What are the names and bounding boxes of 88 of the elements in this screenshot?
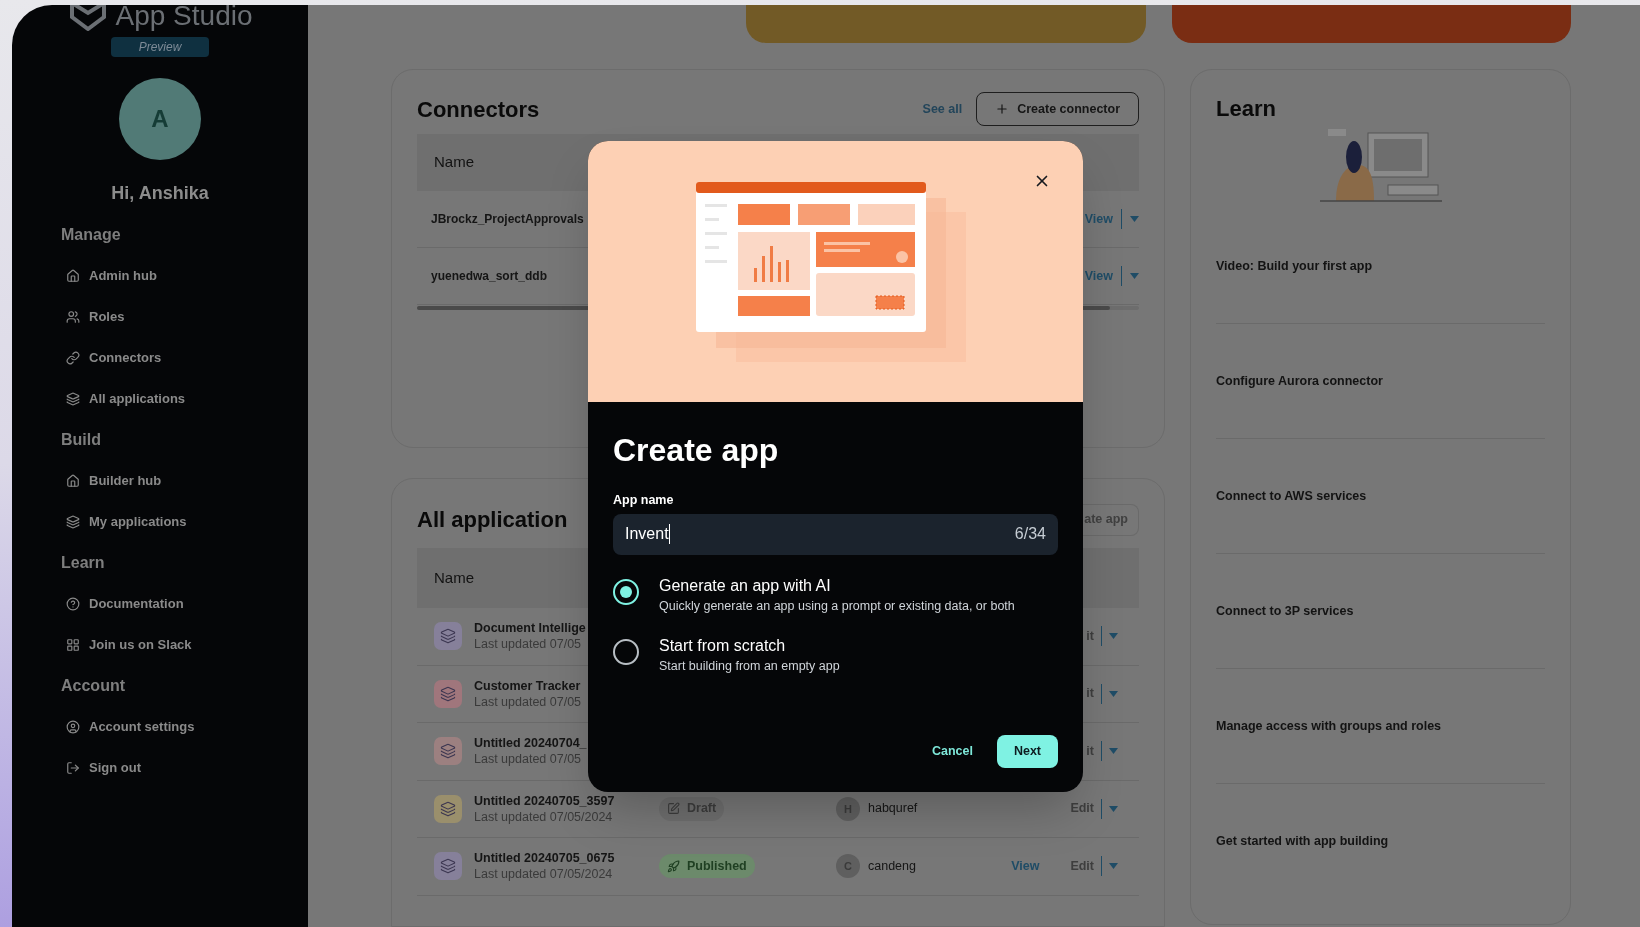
view-link[interactable]: View (1011, 856, 1040, 876)
nav-item[interactable]: Admin hub (61, 255, 308, 296)
last-updated: Last updated 07/05 (474, 636, 583, 653)
logout-icon (66, 760, 80, 775)
learn-link[interactable]: Video: Build your first app (1216, 256, 1373, 276)
option-title: Start from scratch (659, 635, 787, 656)
layers-icon (440, 800, 456, 817)
edit-link[interactable]: Edit (1070, 799, 1094, 819)
edit-link[interactable]: Edit (1070, 856, 1094, 876)
field-label: App name (613, 492, 675, 509)
nav-item[interactable]: My applications (61, 501, 308, 542)
card-title: Learn (1216, 95, 1277, 123)
last-updated: Last updated 07/05/2024 (474, 866, 614, 883)
nav-item[interactable]: Sign out (61, 747, 308, 788)
option-title: Generate an app with AI (659, 575, 832, 596)
last-updated: Last updated 07/05 (474, 751, 583, 768)
nav-item[interactable]: Join us on Slack (61, 624, 308, 665)
radio-button[interactable] (613, 638, 639, 665)
caret-icon[interactable] (1109, 748, 1118, 755)
nav-item[interactable]: Roles (61, 296, 308, 337)
last-updated: Last updated 07/05/2024 (474, 808, 614, 825)
layers-icon (440, 685, 456, 702)
nav-item[interactable]: Builder hub (61, 460, 308, 501)
user-icon (66, 719, 80, 734)
nav-item[interactable]: Account settings (61, 706, 308, 747)
app-name[interactable]: Untitled 20240705_3597 (474, 792, 615, 809)
option-description: Start building from an empty app (659, 657, 840, 675)
status-badge: Published (659, 854, 755, 879)
cancel-button[interactable]: Cancel (929, 742, 975, 761)
learn-link[interactable]: Manage access with groups and roles (1216, 716, 1442, 736)
learn-link[interactable]: Configure Aurora connector (1216, 371, 1383, 391)
learn-link[interactable]: Get started with app building (1216, 832, 1389, 851)
greeting: Hi, Anshika (111, 182, 209, 205)
caret-icon[interactable] (1130, 216, 1139, 222)
layers-icon (66, 514, 80, 529)
section-heading: Build (61, 429, 102, 450)
app-name-field[interactable]: Invent 6/34 (613, 513, 1058, 555)
logo-icon (67, 5, 108, 31)
plus-icon (995, 102, 1010, 116)
nav-item[interactable]: All applications (61, 378, 308, 419)
nav-item[interactable]: Connectors (61, 337, 308, 378)
section-heading: Account (61, 675, 126, 696)
field-value: Invent (625, 524, 669, 545)
users-icon (66, 309, 80, 324)
caret-icon[interactable] (1109, 805, 1118, 812)
preview-badge: Preview (110, 37, 210, 57)
see-all-link[interactable]: See all (922, 99, 963, 119)
nav-item[interactable]: Documentation (61, 583, 308, 624)
layers-icon (66, 391, 80, 406)
column-header: Name (434, 567, 474, 588)
next-button[interactable]: Next (996, 735, 1058, 768)
app-name[interactable]: Untitled 20240704_ (474, 735, 587, 752)
card-title: All application (417, 506, 568, 534)
owner-name: habquref (868, 800, 918, 818)
learn-link[interactable]: Connect to AWS services (1216, 486, 1367, 506)
app-name[interactable]: Customer Tracker (474, 677, 582, 694)
section-heading: Learn (61, 552, 106, 573)
owner-name: candeng (868, 857, 916, 875)
caret-icon[interactable] (1109, 690, 1118, 697)
dialog-title: Create app (613, 431, 780, 470)
app-logo-text: App Studio (115, 5, 253, 30)
app-name[interactable]: Document Intellige (474, 620, 586, 637)
house-icon (66, 473, 80, 488)
radio-button[interactable] (613, 578, 639, 605)
connector-name: JBrockz_ProjectApprovals (431, 211, 584, 228)
grid-icon (66, 637, 80, 652)
layers-icon (440, 628, 456, 645)
user-avatar: A (119, 78, 201, 160)
layers-icon (440, 858, 456, 875)
last-updated: Last updated 07/05 (474, 693, 582, 710)
caret-icon[interactable] (1109, 633, 1118, 640)
house-icon (66, 268, 80, 283)
caret-icon[interactable] (1130, 273, 1139, 279)
learn-link[interactable]: Connect to 3P services (1216, 601, 1354, 621)
link-icon (66, 350, 80, 365)
question-icon (66, 596, 80, 611)
layers-icon (440, 743, 456, 760)
create-connector-button[interactable]: Create connector (976, 92, 1139, 126)
connector-name: yuenedwa_sort_ddb (431, 268, 548, 285)
column-header: Name (434, 152, 474, 173)
rocket-icon (667, 859, 680, 873)
pen-icon (667, 802, 680, 816)
caret-icon[interactable] (1109, 863, 1118, 870)
section-heading: Manage (61, 224, 122, 245)
character-counter: 6/34 (1014, 524, 1046, 545)
card-title: Connectors (417, 96, 540, 124)
app-name[interactable]: Untitled 20240705_0675 (474, 850, 615, 867)
option-description: Quickly generate an app using a prompt or existing data, or both (659, 597, 1015, 615)
